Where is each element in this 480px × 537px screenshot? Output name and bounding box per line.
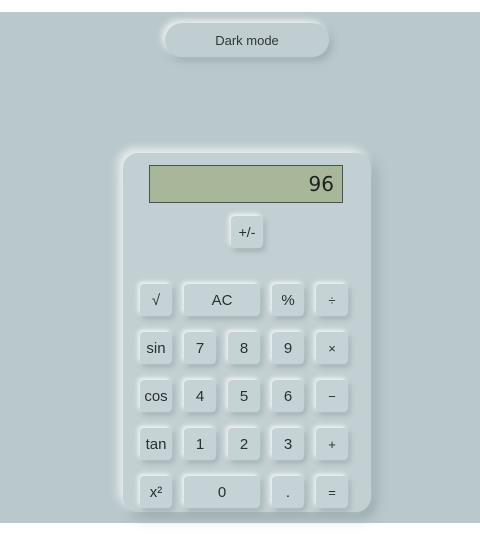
digit-6-button[interactable]: 6 (272, 380, 304, 412)
percent-button[interactable]: % (272, 284, 304, 316)
cos-button[interactable]: cos (140, 380, 172, 412)
digit-0-button[interactable]: 0 (184, 476, 260, 508)
digit-2-button[interactable]: 2 (228, 428, 260, 460)
equals-button[interactable]: = (316, 476, 348, 508)
plus-button[interactable]: + (316, 428, 348, 460)
digit-7-button[interactable]: 7 (184, 332, 216, 364)
digit-4-button[interactable]: 4 (184, 380, 216, 412)
square-button[interactable]: x² (140, 476, 172, 508)
digit-5-button[interactable]: 5 (228, 380, 260, 412)
calculator: 96 +/- √ AC % ÷ sin 7 8 9 × cos 4 5 6 − … (123, 153, 371, 512)
tan-button[interactable]: tan (140, 428, 172, 460)
dark-mode-toggle-button[interactable]: Dark mode (165, 23, 329, 57)
divide-button[interactable]: ÷ (316, 284, 348, 316)
multiply-button[interactable]: × (316, 332, 348, 364)
calculator-display: 96 (149, 165, 343, 203)
digit-8-button[interactable]: 8 (228, 332, 260, 364)
display-value: 96 (308, 172, 334, 196)
digit-1-button[interactable]: 1 (184, 428, 216, 460)
all-clear-button[interactable]: AC (184, 284, 260, 316)
digit-3-button[interactable]: 3 (272, 428, 304, 460)
sqrt-button[interactable]: √ (140, 284, 172, 316)
minus-button[interactable]: − (316, 380, 348, 412)
digit-9-button[interactable]: 9 (272, 332, 304, 364)
app-background: Dark mode 96 +/- √ AC % ÷ sin 7 8 9 × co… (0, 12, 480, 523)
decimal-point-button[interactable]: . (272, 476, 304, 508)
sign-toggle-button[interactable]: +/- (231, 216, 263, 248)
sin-button[interactable]: sin (140, 332, 172, 364)
